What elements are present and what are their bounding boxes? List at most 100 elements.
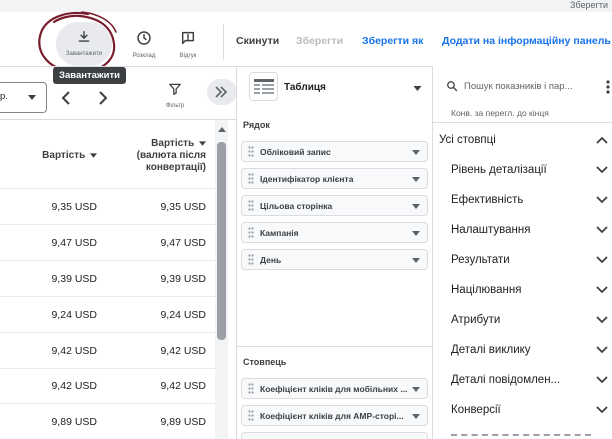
view-type-caret-icon[interactable] <box>413 86 422 91</box>
table-cell: 9,39 USD <box>51 273 97 285</box>
chevron-down-icon[interactable] <box>596 406 608 414</box>
chip-caret-icon[interactable] <box>412 177 420 182</box>
column-header-cost-converted-line2: (валюта після <box>136 150 206 161</box>
drag-handle-icon[interactable] <box>248 410 254 421</box>
column-metric-label: Коефіцієнт кліків для AMP-сторі... <box>260 411 404 421</box>
table-cell: 9,47 USD <box>160 237 206 249</box>
row-divider <box>0 332 226 333</box>
schedule-label: Розклад <box>132 53 156 59</box>
table-cell: 9,89 USD <box>160 416 206 428</box>
panel-divider <box>236 66 237 439</box>
filter-icon <box>168 82 182 96</box>
drag-handle-icon[interactable] <box>248 200 254 211</box>
chevron-down-icon[interactable] <box>596 316 608 324</box>
row-divider <box>0 403 226 404</box>
metrics-category[interactable]: Атрибути <box>451 314 500 326</box>
chevron-down-icon[interactable] <box>596 346 608 354</box>
dropdown-caret-icon <box>28 95 36 100</box>
metrics-divider <box>433 122 612 123</box>
chevron-down-icon[interactable] <box>596 226 608 234</box>
column-metric-chip[interactable]: Коефіцієнт кліків для AMP-сторі... <box>241 405 428 426</box>
feedback-icon <box>180 30 196 46</box>
date-range-value: р. <box>0 91 8 102</box>
scroll-up-arrow-icon[interactable] <box>218 127 226 132</box>
search-icon <box>446 80 458 92</box>
table-cell: 9,35 USD <box>160 201 206 213</box>
chevron-down-icon[interactable] <box>596 286 608 294</box>
row-dimension-label: Обліковий запис <box>260 147 331 157</box>
chevron-down-icon[interactable] <box>596 196 608 204</box>
drag-handle-icon[interactable] <box>248 146 254 157</box>
table-cell: 9,39 USD <box>160 273 206 285</box>
column-header-cost-converted-line3: конвертації) <box>145 162 206 173</box>
table-scrollbar-thumb[interactable] <box>217 142 226 340</box>
row-divider <box>0 260 226 261</box>
metrics-list-item-partial[interactable]: Конв. за перегл. до кінця <box>451 108 549 118</box>
all-columns-group[interactable]: Усі стовпці <box>439 134 496 146</box>
row-dimension-chip[interactable]: День <box>241 249 428 270</box>
row-dimension-label: Цільова сторінка <box>260 201 333 211</box>
add-to-dashboard-button[interactable]: Додати на інформаційну панель <box>442 35 611 47</box>
filter-label: Фільтр <box>165 103 185 109</box>
row-dimension-label: Ідентифікатор клієнта <box>260 174 354 184</box>
metrics-category[interactable]: Рівень деталізації <box>451 164 547 176</box>
column-metric-chip-partial[interactable] <box>241 432 428 439</box>
chip-caret-icon[interactable] <box>412 414 420 419</box>
drag-handle-icon[interactable] <box>248 254 254 265</box>
column-header-cost-label: Вартість <box>42 150 86 161</box>
chevron-down-icon[interactable] <box>596 376 608 384</box>
top-strip-label: Зберегти <box>570 0 608 10</box>
column-header-cost[interactable]: Вартість <box>20 150 97 162</box>
chip-caret-icon[interactable] <box>412 258 420 263</box>
metrics-category[interactable]: Деталі повідомлен... <box>451 374 560 386</box>
next-period-button[interactable] <box>98 91 108 105</box>
drag-handle-icon[interactable] <box>248 173 254 184</box>
metrics-category-partial[interactable] <box>451 434 591 439</box>
row-divider <box>0 188 226 189</box>
view-type-select[interactable]: Таблиця <box>284 82 326 93</box>
drag-handle-icon[interactable] <box>248 383 254 394</box>
metrics-category[interactable]: Ефективність <box>451 194 523 206</box>
previous-period-button[interactable] <box>61 91 71 105</box>
chip-caret-icon[interactable] <box>412 204 420 209</box>
row-divider <box>0 368 226 369</box>
metrics-category[interactable]: Налаштування <box>451 224 530 236</box>
table-cell: 9,47 USD <box>51 237 97 249</box>
chevron-up-icon[interactable] <box>596 136 608 144</box>
table-cell: 9,35 USD <box>51 201 97 213</box>
chevron-down-icon[interactable] <box>596 166 608 174</box>
chip-caret-icon[interactable] <box>412 231 420 236</box>
table-cell: 9,42 USD <box>51 380 97 392</box>
toolbar-divider <box>223 24 224 60</box>
chevron-down-icon[interactable] <box>596 256 608 264</box>
sort-arrow-icon <box>90 153 97 158</box>
reset-button[interactable]: Скинути <box>236 35 279 47</box>
save-as-button[interactable]: Зберегти як <box>362 35 423 47</box>
column-header-cost-converted[interactable]: Вартість (валюта після конвертації) <box>104 138 206 174</box>
table-cell: 9,42 USD <box>51 345 97 357</box>
chip-caret-icon[interactable] <box>412 387 420 392</box>
row-dimension-label: Кампанія <box>260 228 299 238</box>
editor-section-divider <box>237 346 433 347</box>
metrics-category[interactable]: Результати <box>451 254 510 266</box>
metrics-search-input[interactable]: Пошук показників і пар... <box>464 81 573 92</box>
sort-arrow-icon <box>199 141 206 146</box>
save-button[interactable]: Зберегти <box>296 35 343 47</box>
filter-button[interactable]: Фільтр <box>160 82 190 109</box>
row-dimension-chip[interactable]: Обліковий запис <box>241 141 428 162</box>
download-tooltip: Завантажити <box>53 67 126 84</box>
feedback-label: Відгук <box>179 53 197 59</box>
metrics-category[interactable]: Конверсії <box>451 404 501 416</box>
drag-handle-icon[interactable] <box>248 227 254 238</box>
row-dimension-chip[interactable]: Ідентифікатор клієнта <box>241 168 428 189</box>
chip-caret-icon[interactable] <box>412 150 420 155</box>
row-dimension-chip[interactable]: Цільова сторінка <box>241 195 428 216</box>
feedback-button[interactable]: Відгук <box>170 30 206 59</box>
column-metric-chip[interactable]: Коефіцієнт кліків для мобільних ... <box>241 378 428 399</box>
metrics-category[interactable]: Націлювання <box>451 284 521 296</box>
more-options-icon[interactable] <box>606 80 610 94</box>
column-metric-label: Коефіцієнт кліків для мобільних ... <box>260 384 408 394</box>
row-dimension-chip[interactable]: Кампанія <box>241 222 428 243</box>
metrics-category[interactable]: Деталі виклику <box>451 344 531 356</box>
schedule-button[interactable]: Розклад <box>124 30 164 59</box>
